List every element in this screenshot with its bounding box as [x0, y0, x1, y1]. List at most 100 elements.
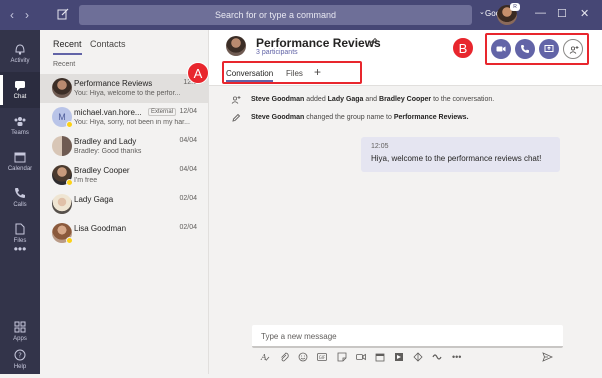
- meet-now-icon[interactable]: [356, 352, 366, 364]
- format-icon[interactable]: A: [260, 352, 270, 364]
- app-teams[interactable]: Teams: [0, 108, 40, 144]
- chat-preview: You: Hiya, sorry, not been in my har...: [74, 119, 190, 126]
- app-calendar[interactable]: Calendar: [0, 144, 40, 180]
- app-label: Activity: [10, 58, 30, 64]
- annotation-marker-b: B: [452, 37, 474, 59]
- pencil-icon[interactable]: [368, 37, 378, 49]
- avatar: [226, 36, 246, 56]
- event-target: Lady Gaga: [327, 96, 364, 103]
- message-time: 12:05: [371, 143, 389, 150]
- emoji-icon[interactable]: [298, 352, 308, 364]
- event-text: added: [304, 96, 328, 103]
- maximize-button[interactable]: ☐: [557, 7, 567, 20]
- chat-name: Lisa Goodman: [74, 224, 127, 233]
- chat-item-michael[interactable]: M michael.van.hore... External You: Hiya…: [40, 103, 209, 132]
- chat-item-bradley-and-lady[interactable]: Bradley and Lady Bradley: Good thanks 04…: [40, 132, 209, 161]
- chat-preview: I'm free: [74, 177, 98, 184]
- event-target: Performance Reviews.: [393, 114, 469, 121]
- event-text: to the conversation.: [431, 96, 495, 103]
- app-label: Help: [13, 364, 27, 370]
- svg-text:GIF: GIF: [319, 355, 326, 360]
- app-label: Calendar: [7, 166, 33, 172]
- more-apps-button[interactable]: •••: [0, 242, 40, 278]
- share-screen-button[interactable]: [539, 39, 559, 59]
- app-bar: Activity Chat Teams Calendar Calls Files…: [0, 30, 40, 374]
- message-compose-box[interactable]: Type a new message: [252, 325, 563, 348]
- chat-icon: [15, 81, 25, 91]
- chat-name: Bradley and Lady: [74, 137, 137, 146]
- add-person-icon: [231, 95, 241, 107]
- sticker-icon[interactable]: [337, 352, 347, 364]
- new-chat-icon[interactable]: [56, 7, 70, 21]
- app-help[interactable]: ? Help: [0, 342, 40, 378]
- help-icon: ?: [14, 349, 26, 361]
- chat-name: Performance Reviews: [74, 79, 153, 88]
- app-label: Chat: [13, 94, 27, 100]
- chat-item-bradley-cooper[interactable]: Bradley Cooper I'm free 04/04: [40, 161, 209, 190]
- search-input[interactable]: Search for or type a command: [79, 5, 472, 25]
- forward-button[interactable]: ›: [25, 8, 29, 22]
- chat-preview: You: Hiya, welcome to the perfor...: [74, 90, 181, 97]
- app-chat[interactable]: Chat: [0, 72, 40, 108]
- chat-item-lisa-goodman[interactable]: Lisa Goodman 02/04: [40, 219, 209, 248]
- status-away-dot: [66, 237, 73, 244]
- event-actor: Steve Goodman: [251, 114, 305, 121]
- apps-icon: [14, 321, 26, 333]
- chat-title: Performance Reviews: [256, 36, 381, 50]
- status-badge: R: [510, 3, 520, 11]
- attach-icon[interactable]: [279, 352, 289, 364]
- event-text: and: [363, 96, 380, 103]
- phone-icon: [521, 45, 529, 53]
- phone-icon: [15, 188, 25, 198]
- chat-name: Bradley Cooper: [74, 166, 130, 175]
- praise-icon[interactable]: [413, 352, 423, 364]
- compose-placeholder: Type a new message: [261, 332, 337, 341]
- section-header: Recent: [53, 61, 76, 68]
- chat-date: 12/04: [179, 108, 197, 115]
- chat-name: michael.van.hore...: [74, 108, 142, 117]
- event-actor: Steve Goodman: [251, 96, 305, 103]
- send-icon[interactable]: [542, 352, 553, 364]
- tab-recent[interactable]: Recent: [53, 39, 82, 55]
- event-text: changed the group name to: [304, 114, 394, 121]
- gif-icon[interactable]: GIF: [317, 352, 327, 364]
- annotation-box-a: [222, 61, 362, 84]
- calendar-icon: [14, 152, 26, 163]
- add-people-button[interactable]: [563, 39, 583, 59]
- tab-contacts[interactable]: Contacts: [90, 39, 126, 49]
- back-button[interactable]: ‹: [10, 8, 14, 22]
- title-bar: ‹ › Search for or type a command Goo... …: [0, 0, 602, 30]
- chat-name: Lady Gaga: [74, 195, 114, 204]
- avatar: [52, 194, 72, 214]
- video-camera-icon: [496, 46, 506, 52]
- app-label: Calls: [13, 202, 27, 208]
- loop-icon[interactable]: [432, 352, 442, 364]
- message-text: Hiya, welcome to the performance reviews…: [371, 154, 542, 163]
- chat-item-performance-reviews[interactable]: Performance Reviews You: Hiya, welcome t…: [40, 74, 209, 103]
- event-target: Bradley Cooper: [379, 96, 432, 103]
- schedule-icon[interactable]: [375, 352, 385, 364]
- bell-icon: [15, 44, 25, 55]
- files-icon: [15, 223, 25, 235]
- minimize-button[interactable]: —: [535, 7, 546, 19]
- chevron-down-icon[interactable]: ⌄: [479, 8, 485, 16]
- more-options-icon[interactable]: •••: [452, 352, 461, 362]
- add-people-icon: [569, 46, 579, 54]
- audio-call-button[interactable]: [515, 39, 535, 59]
- chat-item-lady-gaga[interactable]: Lady Gaga 02/04: [40, 190, 209, 219]
- stream-icon[interactable]: [394, 352, 404, 364]
- participants-count[interactable]: 3 participants: [256, 49, 298, 56]
- app-activity[interactable]: Activity: [0, 36, 40, 72]
- share-screen-icon: [544, 45, 554, 52]
- status-away-dot: [66, 179, 73, 186]
- video-call-button[interactable]: [491, 39, 511, 59]
- external-badge: External: [148, 108, 177, 116]
- close-button[interactable]: ✕: [580, 7, 589, 20]
- status-away-dot: [66, 121, 73, 128]
- chat-date: 04/04: [179, 137, 197, 144]
- chat-date: 02/04: [179, 195, 197, 202]
- app-label: Teams: [11, 130, 29, 136]
- message-bubble[interactable]: 12:05 Hiya, welcome to the performance r…: [361, 137, 560, 172]
- app-calls[interactable]: Calls: [0, 180, 40, 216]
- svg-text:?: ?: [18, 352, 22, 360]
